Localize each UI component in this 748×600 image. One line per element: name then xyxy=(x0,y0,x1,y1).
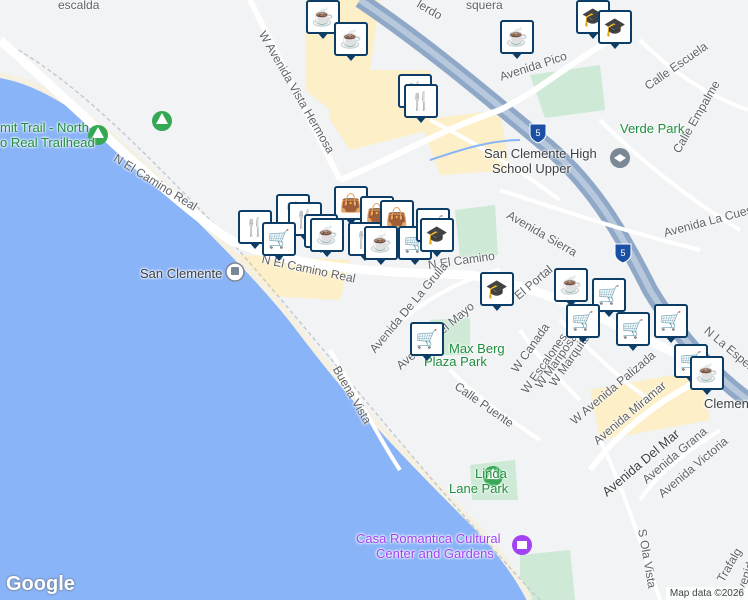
park-tree-icon xyxy=(152,111,172,131)
coffee-cup-icon: ☕ xyxy=(695,362,719,383)
map-marker-cafe[interactable]: ☕ xyxy=(334,22,368,62)
coffee-cup-icon: ☕ xyxy=(315,224,339,245)
map-label-san-clemente-city: Clemente xyxy=(704,396,748,411)
map-marker-school[interactable]: 🎓 xyxy=(480,272,514,312)
map-marker-grocery[interactable]: 🛒 xyxy=(654,304,688,344)
map-label-linda-lane: Linda xyxy=(475,466,507,481)
coffee-cup-icon: ☕ xyxy=(505,26,529,47)
map-label-casa-romantica-2: Center and Gardens xyxy=(376,546,494,561)
shopping-cart-icon: 🛒 xyxy=(415,328,439,349)
map-label-trail-1: mit Trail - North xyxy=(0,120,89,135)
map-label-casa-romantica: Casa Romantica Cultural xyxy=(356,531,501,546)
coffee-cup-icon: ☕ xyxy=(339,28,363,49)
shopping-cart-icon: 🛒 xyxy=(571,310,595,331)
google-logo: Google xyxy=(6,573,75,595)
map-marker-cafe[interactable]: ☕ xyxy=(310,218,344,258)
map-marker-cafe[interactable]: ☕ xyxy=(364,226,398,266)
coffee-cup-icon: ☕ xyxy=(559,274,583,295)
map-marker-school[interactable]: 🎓 xyxy=(598,10,632,50)
map-label-san-clemente-high-2: School Upper xyxy=(492,161,571,176)
shopping-bag-icon: 👜 xyxy=(385,206,409,227)
map-marker-restaurant[interactable]: 🍴 xyxy=(404,84,438,124)
train-station-icon xyxy=(225,262,245,282)
shopping-cart-icon: 🛒 xyxy=(659,310,683,331)
map-marker-cafe[interactable]: ☕ xyxy=(554,268,588,308)
map-label-san-clemente-high: San Clemente High xyxy=(484,146,597,161)
coffee-cup-icon: ☕ xyxy=(311,6,335,27)
fork-knife-icon: 🍴 xyxy=(409,90,433,111)
map-marker-grocery[interactable]: 🛒 xyxy=(262,222,296,262)
map-label-w-escalda: escalda xyxy=(58,0,100,12)
school-pin-icon xyxy=(610,148,630,168)
shopping-cart-icon: 🛒 xyxy=(621,318,645,339)
map-marker-school[interactable]: 🎓 xyxy=(420,218,454,258)
svg-text:5: 5 xyxy=(620,248,625,258)
shopping-bag-icon: 👜 xyxy=(339,192,363,213)
shopping-cart-icon: 🛒 xyxy=(267,228,291,249)
map-marker-grocery[interactable]: 🛒 xyxy=(616,312,650,352)
map-attribution[interactable]: Map data ©2026 xyxy=(665,587,748,600)
map-label-verde-park: Verde Park xyxy=(620,121,685,136)
map-marker-cafe[interactable]: ☕ xyxy=(500,20,534,60)
culture-pin-icon xyxy=(512,535,532,555)
map-label-san-clemente-station: San Clemente xyxy=(140,266,223,281)
map-marker-grocery[interactable]: 🛒 xyxy=(566,304,600,344)
coffee-cup-icon: ☕ xyxy=(369,232,393,253)
svg-text:5: 5 xyxy=(535,128,540,138)
map-label-esquera: squera xyxy=(466,0,503,12)
map-canvas[interactable]: 5 5 xyxy=(0,0,748,600)
map-marker-cafe[interactable]: ☕ xyxy=(690,356,724,396)
graduation-cap-icon: 🎓 xyxy=(425,224,449,245)
shopping-cart-icon: 🛒 xyxy=(597,284,621,305)
map-label-trail-2: o Real Trailhead xyxy=(0,135,95,150)
graduation-cap-icon: 🎓 xyxy=(485,278,509,299)
map-marker-grocery[interactable]: 🛒 xyxy=(410,322,444,362)
map-label-linda-lane-2: Lane Park xyxy=(449,481,509,496)
graduation-cap-icon: 🎓 xyxy=(603,16,627,37)
